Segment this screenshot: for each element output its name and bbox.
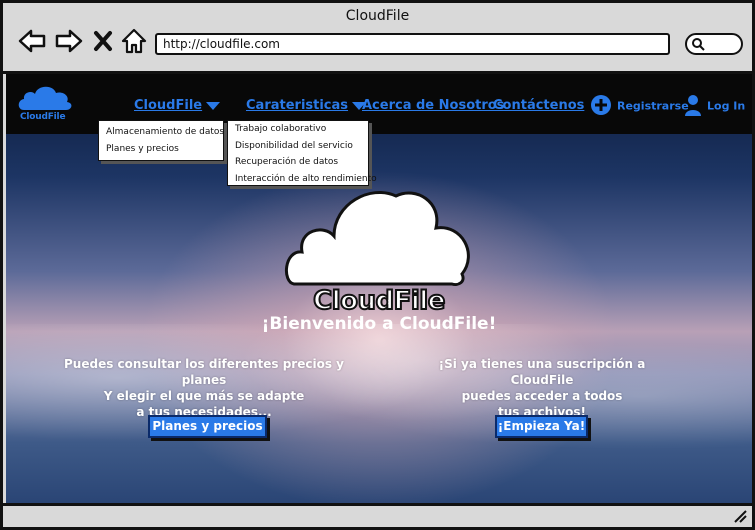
pricing-line: Y elegir el que más se adapte [103,389,305,403]
plus-circle-icon [590,94,612,119]
dropdown-item[interactable]: Almacenamiento de datos [99,124,224,141]
dropdown-caracteristicas: Trabajo colaborativo Disponibilidad del … [227,120,377,186]
dropdown-item[interactable]: Trabajo colaborativo [228,121,368,138]
chevron-down-icon [206,101,221,110]
menu-contact[interactable]: Contáctenos [493,98,584,113]
register-link[interactable]: Registrarse [590,94,689,119]
status-bar [3,503,752,527]
subscriber-line: puedes acceder a todos [461,389,623,403]
dropdown-item[interactable]: Disponibilidad del servicio [228,138,368,155]
hero-subtitle: ¡Bienvenido a CloudFile! [261,314,497,334]
subscriber-line: ¡Si ya tienes una suscripción a CloudFil… [438,357,646,387]
start-now-button[interactable]: ¡Empieza Ya! [495,415,588,438]
menu-cloudfile-label: CloudFile [134,98,203,113]
menu-caracteristicas-label: Carateristicas [246,98,349,113]
site-logo[interactable]: CloudFile [16,82,76,126]
home-icon[interactable] [119,27,149,55]
search-icon [692,38,705,51]
cloud-logo-icon [18,86,72,110]
hero-cloud-icon [285,191,470,286]
page-viewport: CloudFile CloudFile Carateristicas Acerc… [6,74,752,503]
plans-prices-button[interactable]: Planes y precios [148,415,267,438]
logo-text: CloudFile [20,112,66,122]
browser-toolbar: http://cloudfile.com [3,25,752,74]
register-label: Registrarse [617,99,689,113]
login-label: Log In [707,99,746,113]
browser-window: CloudFile http://cloudfile.com CloudFile [0,0,755,530]
close-icon[interactable] [91,27,115,55]
address-bar[interactable]: http://cloudfile.com [155,33,670,55]
dropdown-item[interactable]: Recuperación de datos [228,154,368,171]
login-link[interactable]: Log In [684,94,745,119]
browser-search-field[interactable] [685,33,743,55]
forward-icon[interactable] [54,27,84,55]
dropdown-cloudfile: Almacenamiento de datos Planes y precios [98,120,224,161]
hero-title: CloudFile [312,285,446,317]
menu-cloudfile[interactable]: CloudFile [134,98,221,113]
pricing-info: Puedes consultar los diferentes precios … [46,356,362,420]
subscriber-info: ¡Si ya tienes una suscripción a CloudFil… [406,356,678,420]
dropdown-item[interactable]: Planes y precios [99,141,223,158]
menu-caracteristicas[interactable]: Carateristicas [246,98,367,113]
pricing-line: Puedes consultar los diferentes precios … [64,357,344,387]
back-icon[interactable] [17,27,47,55]
menu-about[interactable]: Acerca de Nosotros [362,98,504,113]
resize-grip-icon[interactable] [732,508,748,524]
user-icon [684,94,702,119]
